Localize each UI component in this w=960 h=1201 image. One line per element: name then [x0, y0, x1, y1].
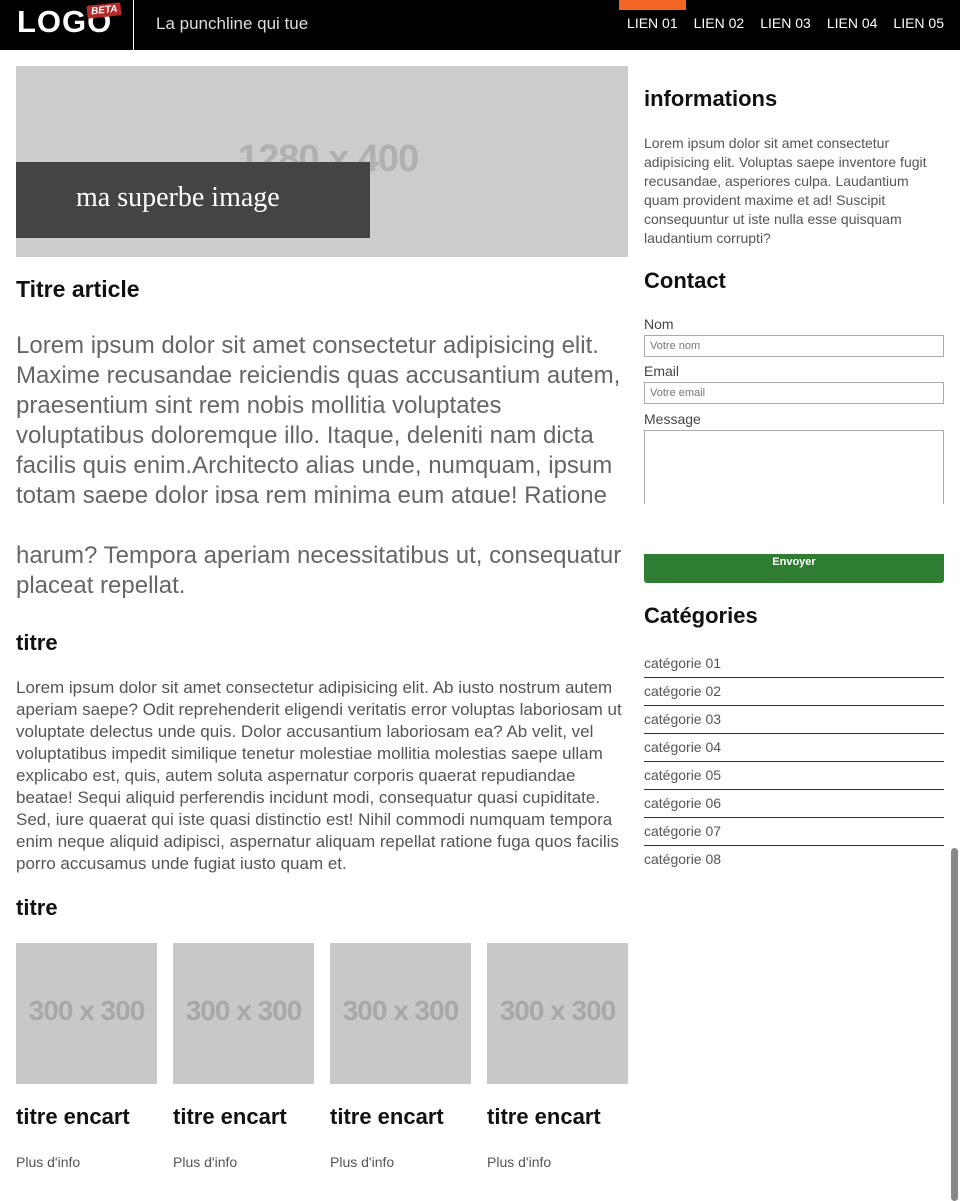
- email-label: Email: [644, 363, 680, 379]
- contact-title: Contact: [644, 268, 726, 293]
- main-nav: LIEN 01 LIEN 02 LIEN 03 LIEN 04 LIEN 05: [619, 0, 952, 50]
- info-text: Lorem ipsum dolor sit amet consectetur a…: [644, 135, 927, 246]
- category-item[interactable]: catégorie 06: [644, 790, 944, 818]
- article-lead-continued: harum? Tempora aperiam necessitatibus ut…: [16, 542, 622, 599]
- nav-link-03[interactable]: LIEN 03: [752, 0, 819, 50]
- nav-link-04[interactable]: LIEN 04: [819, 0, 886, 50]
- hero-caption: ma superbe image: [16, 162, 370, 238]
- article-lead: Lorem ipsum dolor sit amet consectetur a…: [16, 332, 621, 509]
- card-image: 300 x 300: [173, 943, 314, 1084]
- card-image-placeholder: 300 x 300: [185, 995, 303, 1026]
- info-title: informations: [644, 86, 778, 111]
- card-image: 300 x 300: [487, 943, 628, 1084]
- card-title: titre encart: [16, 1104, 130, 1129]
- message-textarea[interactable]: [644, 430, 944, 504]
- category-item[interactable]: catégorie 03: [644, 706, 944, 734]
- hero-image: 1280 x 400 ma superbe image: [16, 66, 628, 257]
- card-title: titre encart: [330, 1104, 444, 1129]
- card-more-link[interactable]: Plus d'info: [330, 1154, 471, 1170]
- section-title-2: titre: [16, 895, 58, 920]
- card-title: titre encart: [487, 1104, 601, 1129]
- render-gap-sidebar: [640, 504, 960, 554]
- category-list: catégorie 01 catégorie 02 catégorie 03 c…: [644, 650, 944, 874]
- section-paragraph-1: Lorem ipsum dolor sit amet consectetur a…: [16, 678, 622, 873]
- category-item[interactable]: catégorie 08: [644, 846, 944, 874]
- card-image-placeholder: 300 x 300: [342, 995, 460, 1026]
- nav-link-01[interactable]: LIEN 01: [619, 0, 686, 50]
- info-card: 300 x 300 titre encart Plus d'info: [16, 943, 157, 1170]
- nav-link-05[interactable]: LIEN 05: [885, 0, 952, 50]
- category-item[interactable]: catégorie 01: [644, 650, 944, 678]
- card-title: titre encart: [173, 1104, 287, 1129]
- category-item[interactable]: catégorie 07: [644, 818, 944, 846]
- card-image-placeholder: 300 x 300: [499, 995, 617, 1026]
- name-input[interactable]: [644, 335, 944, 357]
- scrollbar-thumb[interactable]: [951, 848, 958, 1201]
- categories-title: Catégories: [644, 603, 758, 628]
- section-title-1: titre: [16, 630, 58, 655]
- beta-badge: BETA: [86, 2, 123, 19]
- punchline: La punchline qui tue: [156, 14, 309, 33]
- email-input[interactable]: [644, 382, 944, 404]
- card-more-link[interactable]: Plus d'info: [173, 1154, 314, 1170]
- category-item[interactable]: catégorie 04: [644, 734, 944, 762]
- info-card: 300 x 300 titre encart Plus d'info: [330, 943, 471, 1170]
- card-more-link[interactable]: Plus d'info: [487, 1154, 628, 1170]
- card-more-link[interactable]: Plus d'info: [16, 1154, 157, 1170]
- logo-area[interactable]: LOGO BETA: [0, 0, 134, 50]
- card-image: 300 x 300: [330, 943, 471, 1084]
- article-title: Titre article: [16, 276, 140, 302]
- top-header: LOGO BETA La punchline qui tue LIEN 01 L…: [0, 0, 960, 50]
- name-label: Nom: [644, 316, 674, 332]
- info-card: 300 x 300 titre encart Plus d'info: [173, 943, 314, 1170]
- category-item[interactable]: catégorie 02: [644, 678, 944, 706]
- info-card: 300 x 300 titre encart Plus d'info: [487, 943, 628, 1170]
- card-image: 300 x 300: [16, 943, 157, 1084]
- category-item[interactable]: catégorie 05: [644, 762, 944, 790]
- message-label: Message: [644, 411, 701, 427]
- nav-link-02[interactable]: LIEN 02: [686, 0, 753, 50]
- send-button[interactable]: Envoyer: [644, 554, 944, 583]
- card-image-placeholder: 300 x 300: [28, 995, 146, 1026]
